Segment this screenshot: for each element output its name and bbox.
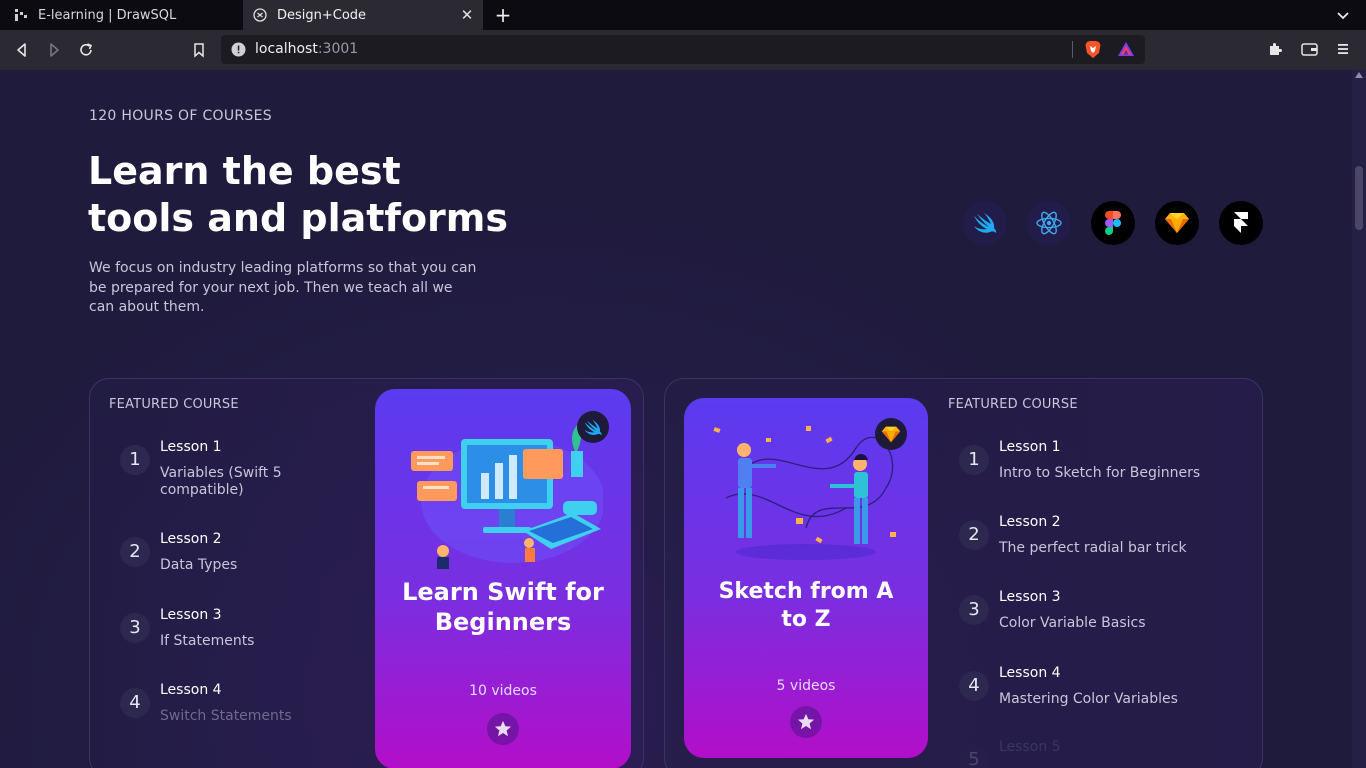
sketch-icon [875, 418, 907, 450]
lesson-number: 3 [959, 595, 989, 625]
close-tab-icon[interactable]: ✕ [459, 7, 475, 23]
address-bar[interactable]: localhost:3001 [221, 35, 1145, 64]
lesson-title: Lesson 5 [999, 739, 1061, 755]
lesson-subtitle: Data Types [160, 557, 238, 573]
info-icon[interactable] [231, 42, 246, 57]
lesson-number: 2 [959, 520, 989, 550]
section-eyebrow: 120 HOURS OF COURSES [89, 108, 272, 124]
back-icon[interactable] [12, 40, 32, 60]
swift-icon[interactable] [963, 201, 1007, 245]
featured-course-label: FEATURED COURSE [948, 397, 1078, 412]
designcode-favicon-icon [253, 8, 267, 22]
lesson-number: 3 [120, 613, 150, 643]
lesson-title: Lesson 1 [999, 439, 1061, 455]
star-icon[interactable] [487, 713, 519, 745]
figma-icon[interactable] [1091, 201, 1135, 245]
brave-rewards-icon[interactable] [1117, 41, 1135, 58]
section-lead: We focus on industry leading platforms s… [89, 260, 477, 315]
scroll-up-icon[interactable] [1355, 72, 1363, 78]
tab-strip: E-learning | DrawSQL Design+Code ✕ + [0, 0, 1366, 30]
lesson-subtitle: Mastering Color Variables [999, 691, 1178, 707]
lesson-title: Lesson 2 [160, 531, 222, 547]
star-icon[interactable] [790, 706, 822, 738]
sketch-icon[interactable] [1155, 201, 1199, 245]
tab-drawsql[interactable]: E-learning | DrawSQL [0, 0, 242, 30]
url-divider [1072, 41, 1073, 58]
lesson-title: Lesson 3 [160, 607, 222, 623]
course-video-count: 5 videos [776, 678, 836, 694]
lesson-title: Lesson 1 [160, 439, 222, 455]
featured-course-panel: FEATURED COURSE 1 Lesson 1 Variables (Sw… [89, 378, 644, 768]
scrollbar[interactable] [1352, 70, 1366, 768]
course-illustration [411, 423, 603, 569]
lesson-title: Lesson 4 [160, 682, 222, 698]
new-tab-button[interactable]: + [492, 4, 514, 26]
lesson-subtitle: Color Variable Basics [999, 615, 1146, 631]
chevron-down-icon[interactable] [1334, 6, 1352, 24]
lesson-number: 4 [959, 671, 989, 701]
scroll-thumb[interactable] [1355, 166, 1363, 230]
swift-icon [577, 411, 609, 443]
drawsql-favicon-icon [14, 8, 28, 22]
lesson-subtitle: Variables (Swift 5 compatible) [160, 465, 282, 498]
lesson-number: 1 [959, 445, 989, 475]
lesson-title: Lesson 2 [999, 514, 1061, 530]
course-video-count: 10 videos [469, 683, 537, 699]
extensions-icon[interactable] [1266, 40, 1284, 58]
featured-course-panel: Sketch from A to Z 5 videos FEATURED COU… [664, 378, 1263, 768]
lesson-number: 5 [959, 745, 989, 768]
tab-label: Design+Code [277, 7, 367, 23]
course-card-sketch[interactable]: Sketch from A to Z 5 videos [684, 398, 928, 758]
featured-course-label: FEATURED COURSE [109, 397, 239, 412]
lesson-title: Lesson 3 [999, 589, 1061, 605]
lesson-subtitle: If Statements [160, 633, 255, 649]
tab-designcode[interactable]: Design+Code ✕ [243, 0, 483, 30]
course-title: Learn Swift for Beginners [402, 578, 604, 636]
lesson-subtitle: Switch Statements [160, 708, 292, 724]
lesson-subtitle: The perfect radial bar trick [999, 540, 1187, 556]
page-content: 120 HOURS OF COURSES Learn the best tool… [0, 70, 1352, 768]
tab-label: E-learning | DrawSQL [38, 7, 177, 23]
url-text: localhost:3001 [255, 41, 359, 57]
course-title: Sketch from A to Z [718, 579, 894, 632]
lesson-title: Lesson 4 [999, 665, 1061, 681]
wallet-icon[interactable] [1300, 40, 1318, 58]
menu-icon[interactable] [1334, 40, 1352, 58]
bookmark-icon[interactable] [189, 40, 209, 60]
lesson-number: 4 [120, 688, 150, 718]
react-icon[interactable] [1027, 201, 1071, 245]
reload-icon[interactable] [76, 40, 96, 60]
platform-logos [963, 201, 1263, 245]
lesson-subtitle: Intro to Sketch for Beginners [999, 465, 1201, 481]
lesson-number: 1 [120, 445, 150, 475]
lesson-number: 2 [120, 537, 150, 567]
section-headline: Learn the best tools and platforms [88, 149, 509, 240]
forward-icon[interactable] [44, 40, 64, 60]
framer-icon[interactable] [1219, 201, 1263, 245]
course-card-swift[interactable]: Learn Swift for Beginners 10 videos [375, 389, 631, 768]
brave-shields-icon[interactable] [1084, 40, 1102, 59]
